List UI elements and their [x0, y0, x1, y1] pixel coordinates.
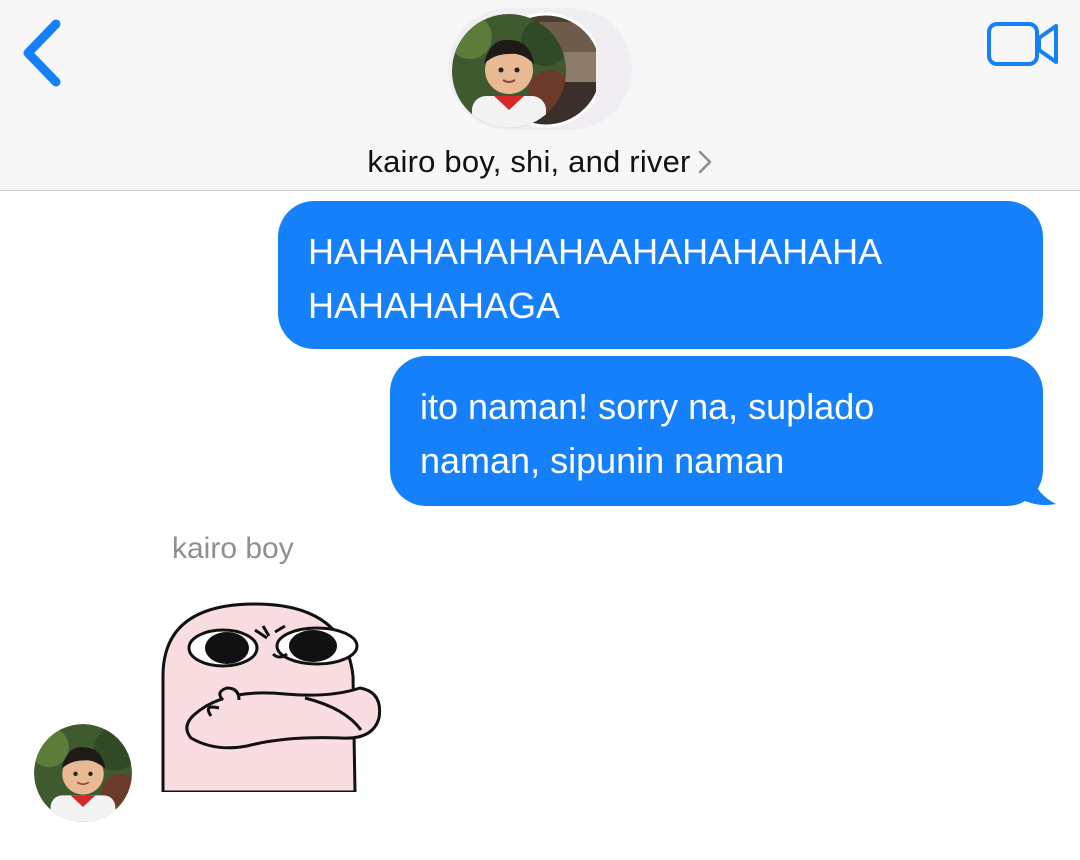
- bubble-tail: [1010, 466, 1056, 505]
- message-text-line: HAHAHAHAHAHAAHAHAHAHAHA: [308, 231, 883, 272]
- chevron-left-icon: [23, 19, 61, 87]
- group-member-avatar-front: [452, 14, 566, 128]
- avatar-image: [34, 724, 132, 822]
- video-camera-icon: [987, 22, 1058, 66]
- outgoing-message-bubble[interactable]: ito naman! sorry na, suplado naman, sipu…: [390, 356, 1043, 506]
- sticker-message[interactable]: [155, 596, 390, 794]
- conversation-header: kairo boy, shi, and river: [0, 0, 1080, 191]
- group-avatar-button[interactable]: [448, 8, 632, 130]
- message-text-line: HAHAHAHAGA: [308, 285, 561, 326]
- sender-name-label: kairo boy: [172, 532, 294, 565]
- back-button[interactable]: [14, 16, 74, 88]
- message-text-line: naman, sipunin naman: [420, 440, 785, 481]
- pink-character-sticker-image: [161, 602, 382, 794]
- message-text-line: ito naman! sorry na, suplado: [420, 386, 875, 427]
- chevron-right-icon: [698, 150, 711, 174]
- imessage-conversation: kairo boy, shi, and river HAHAHAHAHAHAAH…: [0, 0, 1080, 860]
- outgoing-message-bubble[interactable]: HAHAHAHAHAHAAHAHAHAHAHA HAHAHAHAGA: [278, 201, 1043, 349]
- sender-avatar[interactable]: [34, 724, 132, 822]
- conversation-title: kairo boy, shi, and river: [367, 144, 691, 179]
- video-call-button[interactable]: [986, 20, 1060, 68]
- conversation-title-button[interactable]: kairo boy, shi, and river: [0, 142, 1080, 182]
